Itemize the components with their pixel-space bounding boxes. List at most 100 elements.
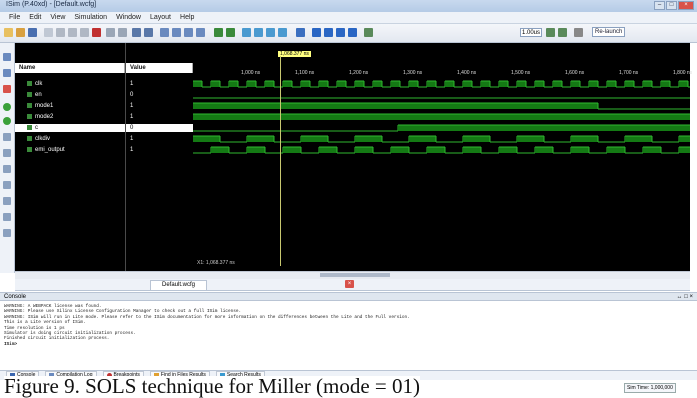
signal-row[interactable]: c xyxy=(15,124,125,132)
run-all-icon[interactable] xyxy=(324,28,333,37)
marker-icon[interactable] xyxy=(226,28,235,37)
restart-icon[interactable] xyxy=(312,28,321,37)
console-output[interactable]: WARNING: A WEBPACK license was found. WA… xyxy=(0,302,697,370)
menu-file[interactable]: File xyxy=(9,14,20,21)
pointer-icon[interactable] xyxy=(3,85,11,93)
document-tab-strip: Default.wcfg × xyxy=(15,279,690,291)
break-icon[interactable] xyxy=(348,28,357,37)
menu-simulation[interactable]: Simulation xyxy=(74,14,107,21)
signal-row[interactable]: clkdiv xyxy=(15,135,125,143)
delete-marker-icon[interactable] xyxy=(278,28,287,37)
step-icon[interactable] xyxy=(336,28,345,37)
zoom-out-icon[interactable] xyxy=(172,28,181,37)
collapse-icon[interactable] xyxy=(3,165,11,173)
waveform-high-level xyxy=(265,81,274,87)
redo-icon[interactable] xyxy=(118,28,127,37)
new-file-icon[interactable] xyxy=(4,28,13,37)
signal-value: 1 xyxy=(130,103,134,109)
window-title: ISim (P.40xd) - [Default.wcfg] xyxy=(6,1,97,8)
menu-edit[interactable]: Edit xyxy=(29,14,41,21)
menu-window[interactable]: Window xyxy=(116,14,141,21)
expand-icon[interactable] xyxy=(3,149,11,157)
open-folder-icon[interactable] xyxy=(16,28,25,37)
signal-value: 0 xyxy=(130,92,134,98)
cut-icon[interactable] xyxy=(56,28,65,37)
close-tab-icon[interactable]: × xyxy=(345,280,354,288)
go-to-start-icon[interactable] xyxy=(3,103,11,111)
waveform-high-level xyxy=(427,147,445,153)
zoom-icon[interactable] xyxy=(3,53,11,61)
next-marker-icon[interactable] xyxy=(266,28,275,37)
zoom-area-icon[interactable] xyxy=(3,69,11,77)
waveform-high-level xyxy=(283,81,292,87)
console-prompt[interactable]: ISim> xyxy=(4,342,693,347)
divider-icon[interactable] xyxy=(3,229,11,237)
waveform-high-level xyxy=(409,81,418,87)
name-column-header[interactable]: Name xyxy=(15,63,125,73)
add-marker-icon[interactable] xyxy=(242,28,251,37)
console-panel-controls[interactable]: ↔ □ × xyxy=(677,293,693,302)
undo-icon[interactable] xyxy=(106,28,115,37)
waveform-high-level xyxy=(499,81,508,87)
waveform-high-level xyxy=(463,81,472,87)
signal-value: 1 xyxy=(130,114,134,120)
time-cursor[interactable] xyxy=(280,56,281,266)
zoom-fit-icon[interactable] xyxy=(184,28,193,37)
signal-value: 1 xyxy=(130,136,134,142)
prev-marker-icon[interactable] xyxy=(254,28,263,37)
waveform-panel[interactable]: 1,068.377 ns 1,000 ns 1,100 ns 1,200 ns 1,3… xyxy=(193,43,692,271)
console-header: Console ↔ □ × xyxy=(0,292,697,301)
signal-name: en xyxy=(35,92,42,98)
cursor-icon[interactable] xyxy=(214,28,223,37)
waveform-canvas[interactable] xyxy=(193,43,690,271)
waveform-high-level xyxy=(247,136,274,142)
waveform-high-level xyxy=(571,136,598,142)
waveform-high-level xyxy=(517,81,526,87)
find-icon[interactable] xyxy=(132,28,141,37)
step-button-icon[interactable] xyxy=(558,28,567,37)
align-icon[interactable] xyxy=(3,133,11,141)
go-to-end-icon[interactable] xyxy=(3,117,11,125)
relaunch-button[interactable]: Re-launch xyxy=(592,27,626,37)
print-icon[interactable] xyxy=(44,28,53,37)
radix-icon[interactable] xyxy=(3,197,11,205)
pause-icon[interactable] xyxy=(574,28,583,37)
signal-icon xyxy=(27,102,32,108)
waveform-high-level xyxy=(427,81,436,87)
value-column-header[interactable]: Value xyxy=(126,63,193,73)
waveform-high-level xyxy=(643,147,661,153)
maximize-button[interactable]: □ xyxy=(666,1,677,10)
horizontal-scrollbar[interactable] xyxy=(15,271,690,279)
waveform-high-level xyxy=(463,147,481,153)
copy-icon[interactable] xyxy=(68,28,77,37)
menu-help[interactable]: Help xyxy=(180,14,194,21)
paste-icon[interactable] xyxy=(80,28,89,37)
run-for-icon[interactable] xyxy=(364,28,373,37)
signal-row[interactable]: clk xyxy=(15,80,125,88)
run-time-field[interactable]: 1.00us xyxy=(520,28,542,37)
delete-icon[interactable] xyxy=(92,28,101,37)
minimize-button[interactable]: – xyxy=(654,1,665,10)
menu-view[interactable]: View xyxy=(50,14,65,21)
zoom-full-icon[interactable] xyxy=(196,28,205,37)
signal-name: emi_output xyxy=(35,147,65,153)
swap-cursors-icon[interactable] xyxy=(296,28,305,37)
left-toolbar xyxy=(0,43,15,273)
find-next-icon[interactable] xyxy=(144,28,153,37)
run-button-icon[interactable] xyxy=(546,28,555,37)
signal-value: 0 xyxy=(126,124,193,132)
signal-row[interactable]: mode1 xyxy=(15,102,125,110)
waveform-high-level xyxy=(661,81,670,87)
zoom-in-icon[interactable] xyxy=(160,28,169,37)
signal-row[interactable]: emi_output xyxy=(15,146,125,154)
signal-icon xyxy=(27,135,32,141)
close-button[interactable]: × xyxy=(678,1,694,10)
signal-row[interactable]: mode2 xyxy=(15,113,125,121)
tab-default-wcfg[interactable]: Default.wcfg xyxy=(150,280,207,290)
group-icon[interactable] xyxy=(3,213,11,221)
menu-layout[interactable]: Layout xyxy=(150,14,171,21)
save-icon[interactable] xyxy=(28,28,37,37)
signal-row[interactable]: en xyxy=(15,91,125,99)
scroll-thumb[interactable] xyxy=(320,273,390,277)
snap-icon[interactable] xyxy=(3,181,11,189)
